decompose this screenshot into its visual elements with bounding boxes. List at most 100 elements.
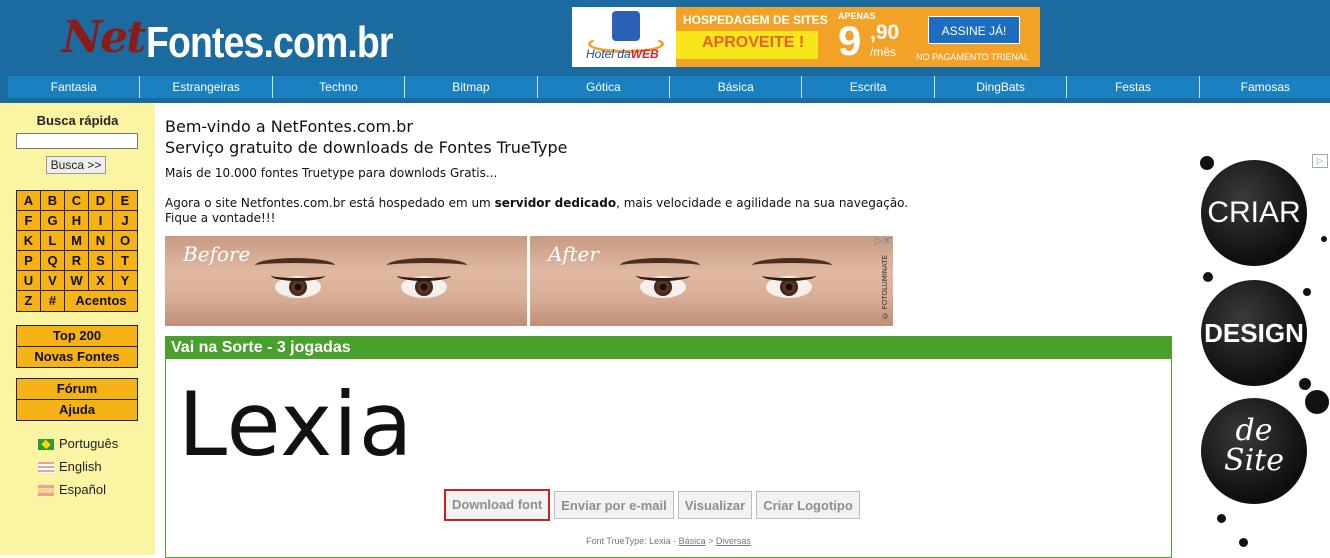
nav-famosas[interactable]: Famosas [1199,76,1330,98]
quick-search-input[interactable] [16,133,138,149]
letter-a[interactable]: A [17,191,41,211]
letter-b[interactable]: B [41,191,65,211]
server-notice-bold: servidor dedicado [494,196,617,210]
welcome-heading: Bem-vindo a NetFontes.com.br Serviço gra… [165,116,568,158]
create-logo-button[interactable]: Criar Logotipo [756,491,860,519]
assine-ja-button[interactable]: ASSINE JÁ! [928,16,1020,44]
forum-link[interactable]: Fórum [17,379,137,399]
hotel-da-web-text: Hotel daWEB [586,47,659,61]
ad-before-photo[interactable]: Before [165,236,527,326]
ad-after-caption: After [548,242,599,266]
letter-e[interactable]: E [113,191,137,211]
nav-gotica[interactable]: Gótica [537,76,671,98]
paint-splatter [1203,272,1213,282]
letter-l[interactable]: L [41,231,65,251]
letter-p[interactable]: P [17,251,41,271]
paint-splatter [1305,390,1329,414]
ad-watermark: © FOTOLUMINATE [881,255,889,320]
email-font-button[interactable]: Enviar por e-mail [554,491,674,519]
letter-c[interactable]: C [65,191,89,211]
download-font-button[interactable]: Download font [444,489,551,521]
logo-net: Net [62,12,147,63]
font-meta: Font TrueType: Lexia - Básica > Diversas [586,536,751,546]
alphabet-index: A B C D E F G H I J K L M N O P Q R S T … [16,190,138,312]
letter-w[interactable]: W [65,271,89,291]
letter-z[interactable]: Z [17,291,41,311]
letter-q[interactable]: Q [41,251,65,271]
lang-portugues[interactable]: Português [38,436,118,454]
letter-v[interactable]: V [41,271,65,291]
hosting-banner-ad[interactable]: Hotel daWEB HOSPEDAGEM DE SITES APROVEIT… [572,7,1040,67]
font-preview-text[interactable]: Lexia [178,373,414,476]
category-basica-link[interactable]: Básica [679,536,706,546]
letter-j[interactable]: J [113,211,137,231]
spain-flag-icon [38,485,54,497]
letter-y[interactable]: Y [113,271,137,291]
novas-fontes-link[interactable]: Novas Fontes [17,346,137,367]
welcome-line-1: Bem-vindo a NetFontes.com.br [165,117,413,136]
design-site-ad[interactable]: ▷ CRIAR DESIGN de Site [1195,150,1330,555]
sidebar: Busca rápida Busca >> A B C D E F G H I … [0,103,155,555]
letter-f[interactable]: F [17,211,41,231]
letter-s[interactable]: S [89,251,113,271]
lang-espanol[interactable]: Español [38,482,106,500]
nav-fantasia[interactable]: Fantasia [8,76,141,98]
letter-acentos[interactable]: Acentos [65,291,137,311]
design-circle: DESIGN [1201,280,1307,386]
ad-after-photo[interactable]: After ▷✕ © FOTOLUMINATE [530,236,893,326]
letter-g[interactable]: G [41,211,65,231]
nav-basica[interactable]: Básica [670,76,803,98]
letter-x[interactable]: X [89,271,113,291]
top-lists-box: Top 200 Novas Fontes [16,325,138,368]
letter-u[interactable]: U [17,271,41,291]
nav-estrangeiras[interactable]: Estrangeiras [140,76,273,98]
banner-price: 9 [838,17,862,64]
de-site-circle: de Site [1201,398,1307,504]
letter-o[interactable]: O [113,231,137,251]
letter-i[interactable]: I [89,211,113,231]
logo-fontes: Fontes.com.br [146,18,393,67]
brazil-flag-icon [38,439,54,451]
nav-dingbats[interactable]: DingBats [934,76,1068,98]
paint-splatter [1321,236,1327,242]
welcome-line-2: Serviço gratuito de downloads de Fontes … [165,138,568,157]
server-notice: Agora o site Netfontes.com.br está hospe… [165,196,909,225]
uk-flag-icon [38,462,54,474]
lang-english-label: English [59,459,102,474]
category-nav: Fantasia Estrangeiras Techno Bitmap Góti… [8,76,1330,98]
server-notice-line-2: Fique a vontade!!! [165,211,276,225]
eyelid-left [271,270,325,281]
nav-techno[interactable]: Techno [272,76,406,98]
nav-festas[interactable]: Festas [1067,76,1200,98]
letter-r[interactable]: R [65,251,89,271]
letter-n[interactable]: N [89,231,113,251]
quick-search-button[interactable]: Busca >> [46,156,106,174]
preview-font-button[interactable]: Visualizar [677,491,753,519]
letter-h[interactable]: H [65,211,89,231]
nav-bitmap[interactable]: Bitmap [405,76,538,98]
eyelid-right [762,270,816,281]
paint-splatter [1239,538,1248,547]
paint-splatter [1299,378,1311,390]
font-actions: Download font Enviar por e-mail Visualiz… [444,489,860,521]
letter-k[interactable]: K [17,231,41,251]
adchoices-icon[interactable]: ▷✕ [875,236,891,247]
nav-escrita[interactable]: Escrita [802,76,935,98]
eyelid-left [636,270,690,281]
letter-d[interactable]: D [89,191,113,211]
adchoices-icon[interactable]: ▷ [1312,154,1328,168]
community-box: Fórum Ajuda [16,378,138,421]
criar-circle: CRIAR [1201,160,1307,266]
paint-splatter [1303,288,1311,296]
letter-hash[interactable]: # [41,291,65,311]
letter-t[interactable]: T [113,251,137,271]
intro-text: Mais de 10.000 fontes Truetype para down… [165,166,498,180]
ajuda-link[interactable]: Ajuda [17,399,137,420]
category-diversas-link[interactable]: Diversas [716,536,751,546]
lang-english[interactable]: English [38,459,102,477]
top-200-link[interactable]: Top 200 [17,326,137,346]
letter-m[interactable]: M [65,231,89,251]
eyelid-right [397,270,451,281]
banner-hospedagem: HOSPEDAGEM DE SITES [683,13,828,27]
banner-price-cents: ,90 [870,21,900,44]
